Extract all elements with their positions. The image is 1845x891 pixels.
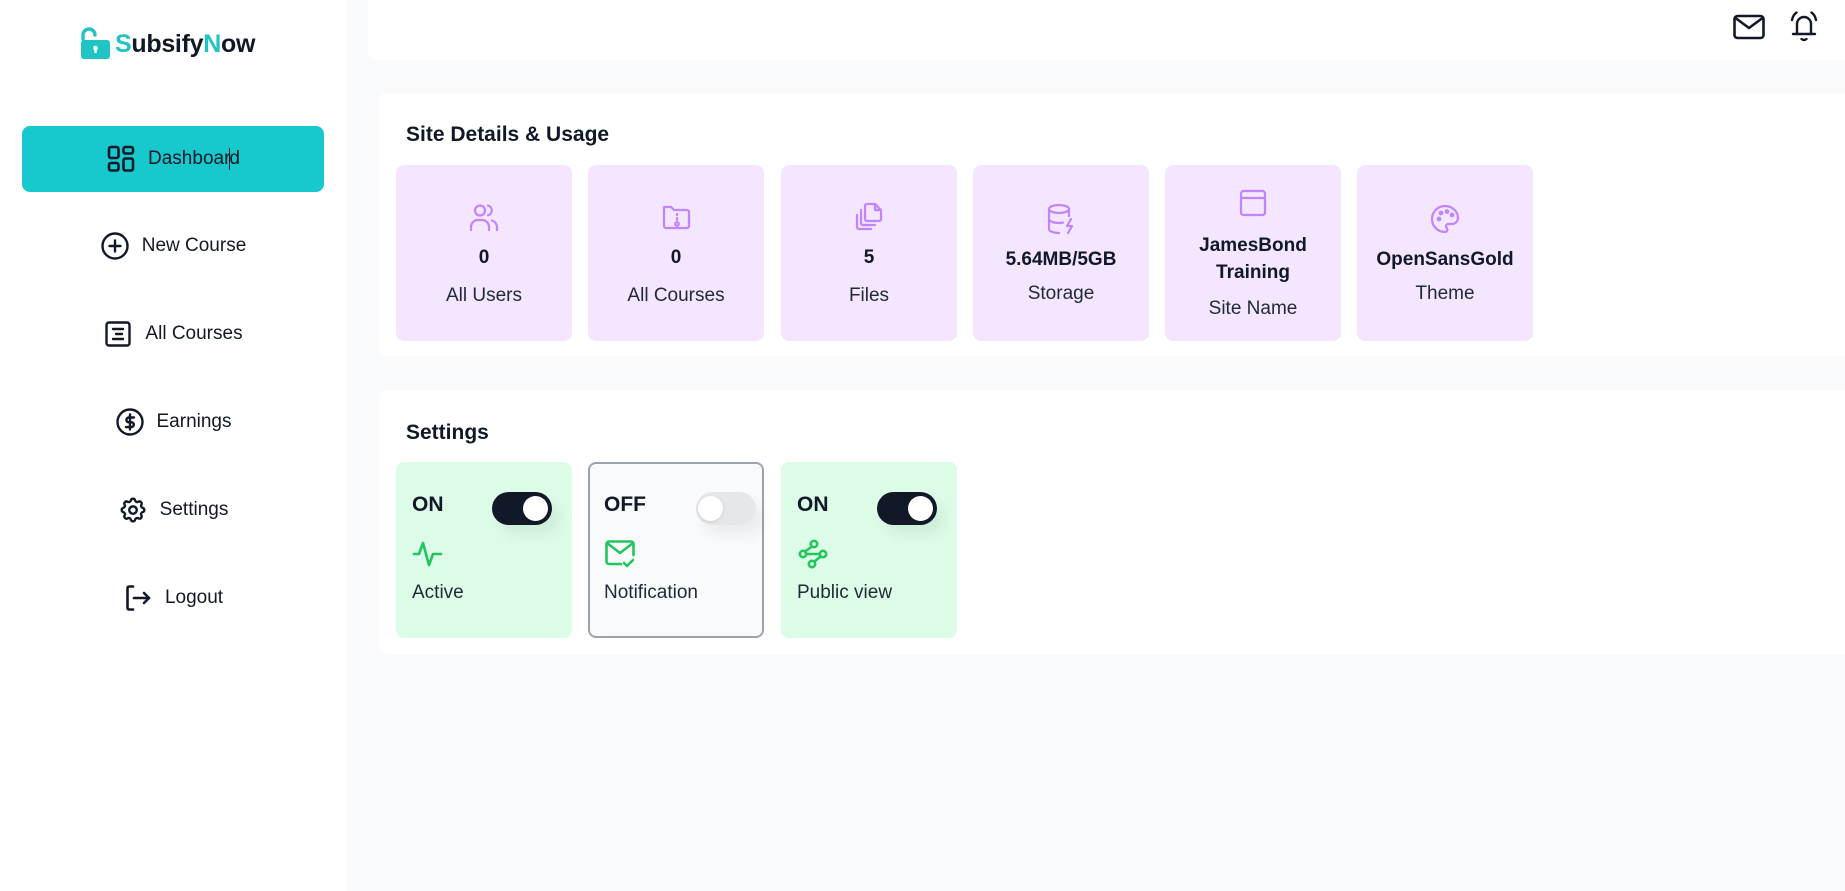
top-header <box>368 0 1845 60</box>
stat-label: Files <box>848 284 890 306</box>
gear-icon <box>118 495 148 525</box>
active-toggle[interactable] <box>492 492 552 525</box>
stat-value-line1: JamesBond <box>1199 235 1307 256</box>
stat-card-all-users[interactable]: 0 All Users <box>396 165 572 341</box>
sidebar-item-label: Dashboard <box>148 147 240 170</box>
database-bolt-icon <box>1045 202 1077 236</box>
logout-icon <box>123 583 153 613</box>
dashboard-grid-icon <box>106 144 136 174</box>
sidebar-item-dashboard[interactable]: Dashboard <box>22 126 324 192</box>
sidebar-item-earnings[interactable]: Earnings <box>22 389 324 455</box>
browser-window-icon <box>1238 186 1268 220</box>
setting-card-active: ON Active <box>396 462 572 638</box>
stat-card-files[interactable]: 5 Files <box>781 165 957 341</box>
activity-pulse-icon <box>412 538 444 575</box>
settings-section: Settings ON Active OFF Notification ON P… <box>379 390 1845 654</box>
setting-state: OFF <box>604 493 646 516</box>
stat-label: All Courses <box>627 284 725 306</box>
public-view-toggle[interactable] <box>877 492 937 525</box>
setting-label: Public view <box>797 582 893 603</box>
sidebar-item-label: New Course <box>141 235 247 256</box>
sidebar-item-label: All Courses <box>145 323 243 344</box>
toggle-knob <box>698 496 723 521</box>
sidebar-item-label: Earnings <box>156 411 232 432</box>
lock-open-icon <box>81 27 110 59</box>
list-box-icon <box>103 319 133 349</box>
plus-circle-icon <box>100 231 130 261</box>
sidebar-item-label: Logout <box>164 587 224 608</box>
stat-card-theme[interactable]: OpenSansGold Theme <box>1357 165 1533 341</box>
text-cursor <box>229 147 231 170</box>
stat-card-site-name[interactable]: JamesBond Training Site Name <box>1165 165 1341 341</box>
sidebar-item-new-course[interactable]: New Course <box>22 213 324 279</box>
stat-label: All Users <box>445 284 522 306</box>
stat-label: Storage <box>1027 282 1095 304</box>
setting-card-notification: OFF Notification <box>588 462 764 638</box>
stat-label: Site Name <box>1208 298 1298 319</box>
sidebar-item-label: Settings <box>159 499 229 520</box>
section-title: Site Details & Usage <box>406 123 610 146</box>
brand-logo[interactable]: SubsifyNow <box>78 24 255 64</box>
sidebar: SubsifyNow Dashboard New Course All Cour… <box>0 0 346 891</box>
stat-card-storage[interactable]: 5.64MB/5GB Storage <box>973 165 1149 341</box>
palette-icon <box>1429 202 1461 236</box>
stat-value: 0 <box>670 246 682 268</box>
sidebar-item-settings[interactable]: Settings <box>22 477 324 543</box>
site-details-section: Site Details & Usage 0 All Users 0 All C… <box>379 93 1845 356</box>
setting-card-public-view: ON Public view <box>781 462 957 638</box>
setting-state: ON <box>412 493 444 516</box>
stat-value-line2: Training <box>1216 262 1290 283</box>
files-icon <box>853 200 885 234</box>
toggle-knob <box>908 496 933 521</box>
setting-state: ON <box>797 493 829 516</box>
mail-icon[interactable] <box>1732 13 1766 46</box>
share-nodes-icon <box>797 538 829 575</box>
stat-value: 5.64MB/5GB <box>1005 248 1117 270</box>
sidebar-item-all-courses[interactable]: All Courses <box>22 301 324 367</box>
notification-toggle[interactable] <box>696 492 756 525</box>
mail-check-icon <box>604 538 638 575</box>
folder-icon <box>660 200 692 234</box>
dollar-circle-icon <box>115 407 145 437</box>
sidebar-item-logout[interactable]: Logout <box>22 565 324 631</box>
setting-label: Active <box>412 582 464 603</box>
users-icon <box>468 200 500 234</box>
section-title: Settings <box>406 421 489 444</box>
stat-value: 0 <box>478 246 490 268</box>
stat-card-all-courses[interactable]: 0 All Courses <box>588 165 764 341</box>
setting-label: Notification <box>604 582 698 603</box>
brand-name: SubsifyNow <box>115 29 256 58</box>
stat-label: Theme <box>1415 282 1475 304</box>
toggle-knob <box>523 496 548 521</box>
bell-ringing-icon[interactable] <box>1786 10 1822 49</box>
stat-value: 5 <box>863 246 875 268</box>
stat-value: OpenSansGold <box>1376 248 1514 270</box>
